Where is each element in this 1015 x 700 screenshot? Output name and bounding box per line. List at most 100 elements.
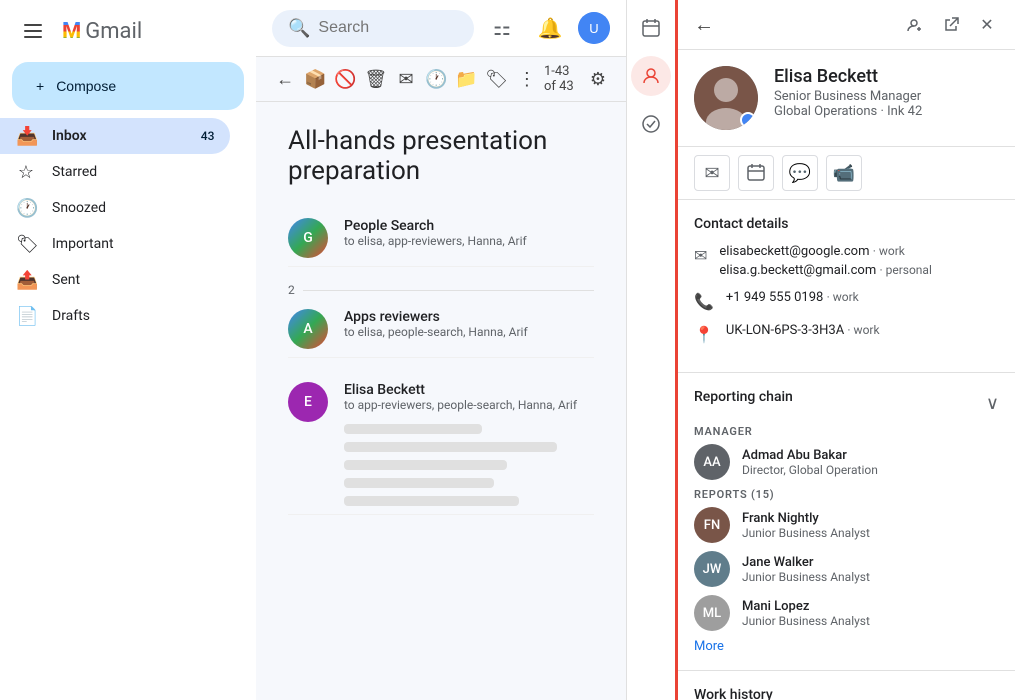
report-person-row: FN Frank Nightly Junior Business Analyst [694, 507, 999, 543]
delete-button[interactable]: 🗑 [363, 61, 389, 97]
email-main: 🔍 ⚏ 🔔 U ← 📦 🚫 🗑 ✉ 🕐 📁 🏷 ⋮ 1-43 of [256, 0, 626, 700]
profile-avatar [694, 66, 758, 130]
check-side-icon[interactable] [631, 104, 671, 144]
pagination: 1-43 of 43 ⚙ [544, 64, 610, 94]
sidebar-item-snoozed[interactable]: 🕐 Snoozed [0, 190, 230, 226]
profile-status-indicator [740, 112, 756, 128]
avatar: E [288, 382, 328, 422]
report-name: Jane Walker [742, 555, 999, 570]
sidebar-item-label: Drafts [52, 308, 90, 324]
email-icon: ✉ [694, 246, 707, 265]
pagination-text: 1-43 of 43 [544, 64, 578, 94]
avatar: G [288, 218, 328, 258]
email-content: Elisa Beckett to app-reviewers, people-s… [344, 382, 594, 506]
chevron-down-icon[interactable]: ∨ [986, 393, 999, 414]
phone-icon: 📞 [694, 292, 714, 311]
search-input[interactable] [318, 19, 458, 37]
sent-icon: 📤 [16, 270, 36, 291]
personal-email-address: elisa.g.beckett@gmail.com · personal [719, 263, 931, 278]
sidebar-item-starred[interactable]: ☆ Starred [0, 154, 230, 190]
label-button[interactable]: 🏷 [484, 61, 510, 97]
archive-button[interactable]: 📦 [302, 61, 328, 97]
report-info-jane: Jane Walker Junior Business Analyst [742, 555, 999, 584]
logo-text: Gmail [85, 19, 142, 44]
hamburger-menu[interactable] [16, 16, 50, 46]
report-title: Junior Business Analyst [742, 570, 999, 584]
report-title: Junior Business Analyst [742, 614, 999, 628]
open-external-icon[interactable] [935, 9, 967, 41]
settings-icon[interactable]: ⚙ [586, 65, 610, 94]
chat-action-button[interactable]: 💬 [782, 155, 818, 191]
report-button[interactable]: 🚫 [332, 61, 358, 97]
thread-title: All-hands presentation preparation [288, 126, 594, 186]
more-link[interactable]: More [694, 639, 999, 654]
search-icon: 🔍 [288, 18, 310, 39]
mid-icons-bar [626, 0, 675, 700]
svg-text:U: U [589, 21, 598, 36]
location-value: UK-LON-6PS-3-3H3A · work [726, 323, 880, 338]
close-panel-button[interactable]: ✕ [971, 9, 1003, 41]
sidebar-item-drafts[interactable]: 📄 Drafts [0, 298, 230, 334]
right-panel: ← ✕ Elisa Beckett Senior Business Manage… [675, 0, 1015, 700]
add-contact-icon[interactable] [899, 9, 931, 41]
email-content: Apps reviewers to elisa, people-search, … [344, 309, 594, 339]
report-info-mani: Mani Lopez Junior Business Analyst [742, 599, 999, 628]
topbar-actions: ⚏ 🔔 U [482, 8, 610, 48]
work-history-title: Work history [694, 687, 999, 700]
manager-label: MANAGER [694, 425, 999, 438]
mail-button[interactable]: ✉ [393, 61, 419, 97]
report-person-row: JW Jane Walker Junior Business Analyst [694, 551, 999, 587]
email-item: A Apps reviewers to elisa, people-search… [288, 301, 594, 358]
panel-header-actions: ✕ [899, 9, 1003, 41]
sidebar-item-label: Inbox [52, 128, 87, 144]
email-thread: All-hands presentation preparation G Peo… [256, 102, 626, 700]
report-name: Mani Lopez [742, 599, 999, 614]
calendar-side-icon[interactable] [631, 8, 671, 48]
manager-name: Admad Abu Bakar [742, 448, 999, 463]
profile-title: Senior Business Manager [774, 89, 999, 104]
person-side-icon[interactable] [631, 56, 671, 96]
reports-label: REPORTS (15) [694, 488, 999, 501]
report-info-frank: Frank Nightly Junior Business Analyst [742, 511, 999, 540]
drafts-icon: 📄 [16, 306, 36, 327]
contact-details-section: Contact details ✉ elisabeckett@google.co… [678, 200, 1015, 373]
profile-org: Global Operations · Ink 42 [774, 104, 999, 119]
calendar-action-button[interactable] [738, 155, 774, 191]
sidebar-item-important[interactable]: 🏷 Important [0, 226, 230, 262]
notifications-icon[interactable]: 🔔 [530, 8, 570, 48]
email-toolbar: ← 📦 🚫 🗑 ✉ 🕐 📁 🏷 ⋮ 1-43 of 43 ⚙ [256, 57, 626, 102]
gmail-logo: M Gmail [62, 19, 142, 44]
user-avatar[interactable]: U [578, 12, 610, 44]
sidebar-item-inbox[interactable]: 📥 Inbox 43 [0, 118, 230, 154]
contact-details-title: Contact details [694, 216, 999, 232]
location-icon: 📍 [694, 325, 714, 344]
sidebar-item-label: Sent [52, 272, 80, 288]
video-action-button[interactable]: 📹 [826, 155, 862, 191]
folder-button[interactable]: 📁 [453, 61, 479, 97]
profile-actions: ✉ 💬 📹 [678, 147, 1015, 200]
apps-icon[interactable]: ⚏ [482, 8, 522, 48]
email-to: to app-reviewers, people-search, Hanna, … [344, 398, 594, 412]
compose-button[interactable]: + Compose [12, 62, 244, 110]
report-avatar-frank: FN [694, 507, 730, 543]
inbox-badge: 43 [201, 129, 215, 143]
manager-avatar: AA [694, 444, 730, 480]
back-button[interactable]: ← [272, 61, 298, 97]
contact-location: 📍 UK-LON-6PS-3-3H3A · work [694, 323, 999, 344]
snooze-button[interactable]: 🕐 [423, 61, 449, 97]
sidebar-item-label: Important [52, 236, 114, 252]
reporting-chain-section: Reporting chain ∨ MANAGER AA Admad Abu B… [678, 373, 1015, 671]
contact-email-work: ✉ elisabeckett@google.com · work elisa.g… [694, 244, 999, 278]
email-action-button[interactable]: ✉ [694, 155, 730, 191]
starred-icon: ☆ [16, 162, 36, 183]
profile-info: Elisa Beckett Senior Business Manager Gl… [774, 66, 999, 119]
profile-name: Elisa Beckett [774, 66, 999, 87]
sidebar-item-sent[interactable]: 📤 Sent [0, 262, 230, 298]
email-sender: People Search [344, 218, 594, 234]
search-box[interactable]: 🔍 [272, 10, 474, 47]
work-email-address: elisabeckett@google.com · work [719, 244, 931, 259]
panel-back-button[interactable]: ← [690, 8, 718, 41]
reporting-chain-header: Reporting chain ∨ [694, 389, 999, 417]
email-content: People Search to elisa, app-reviewers, H… [344, 218, 594, 248]
more-button[interactable]: ⋮ [514, 61, 540, 97]
